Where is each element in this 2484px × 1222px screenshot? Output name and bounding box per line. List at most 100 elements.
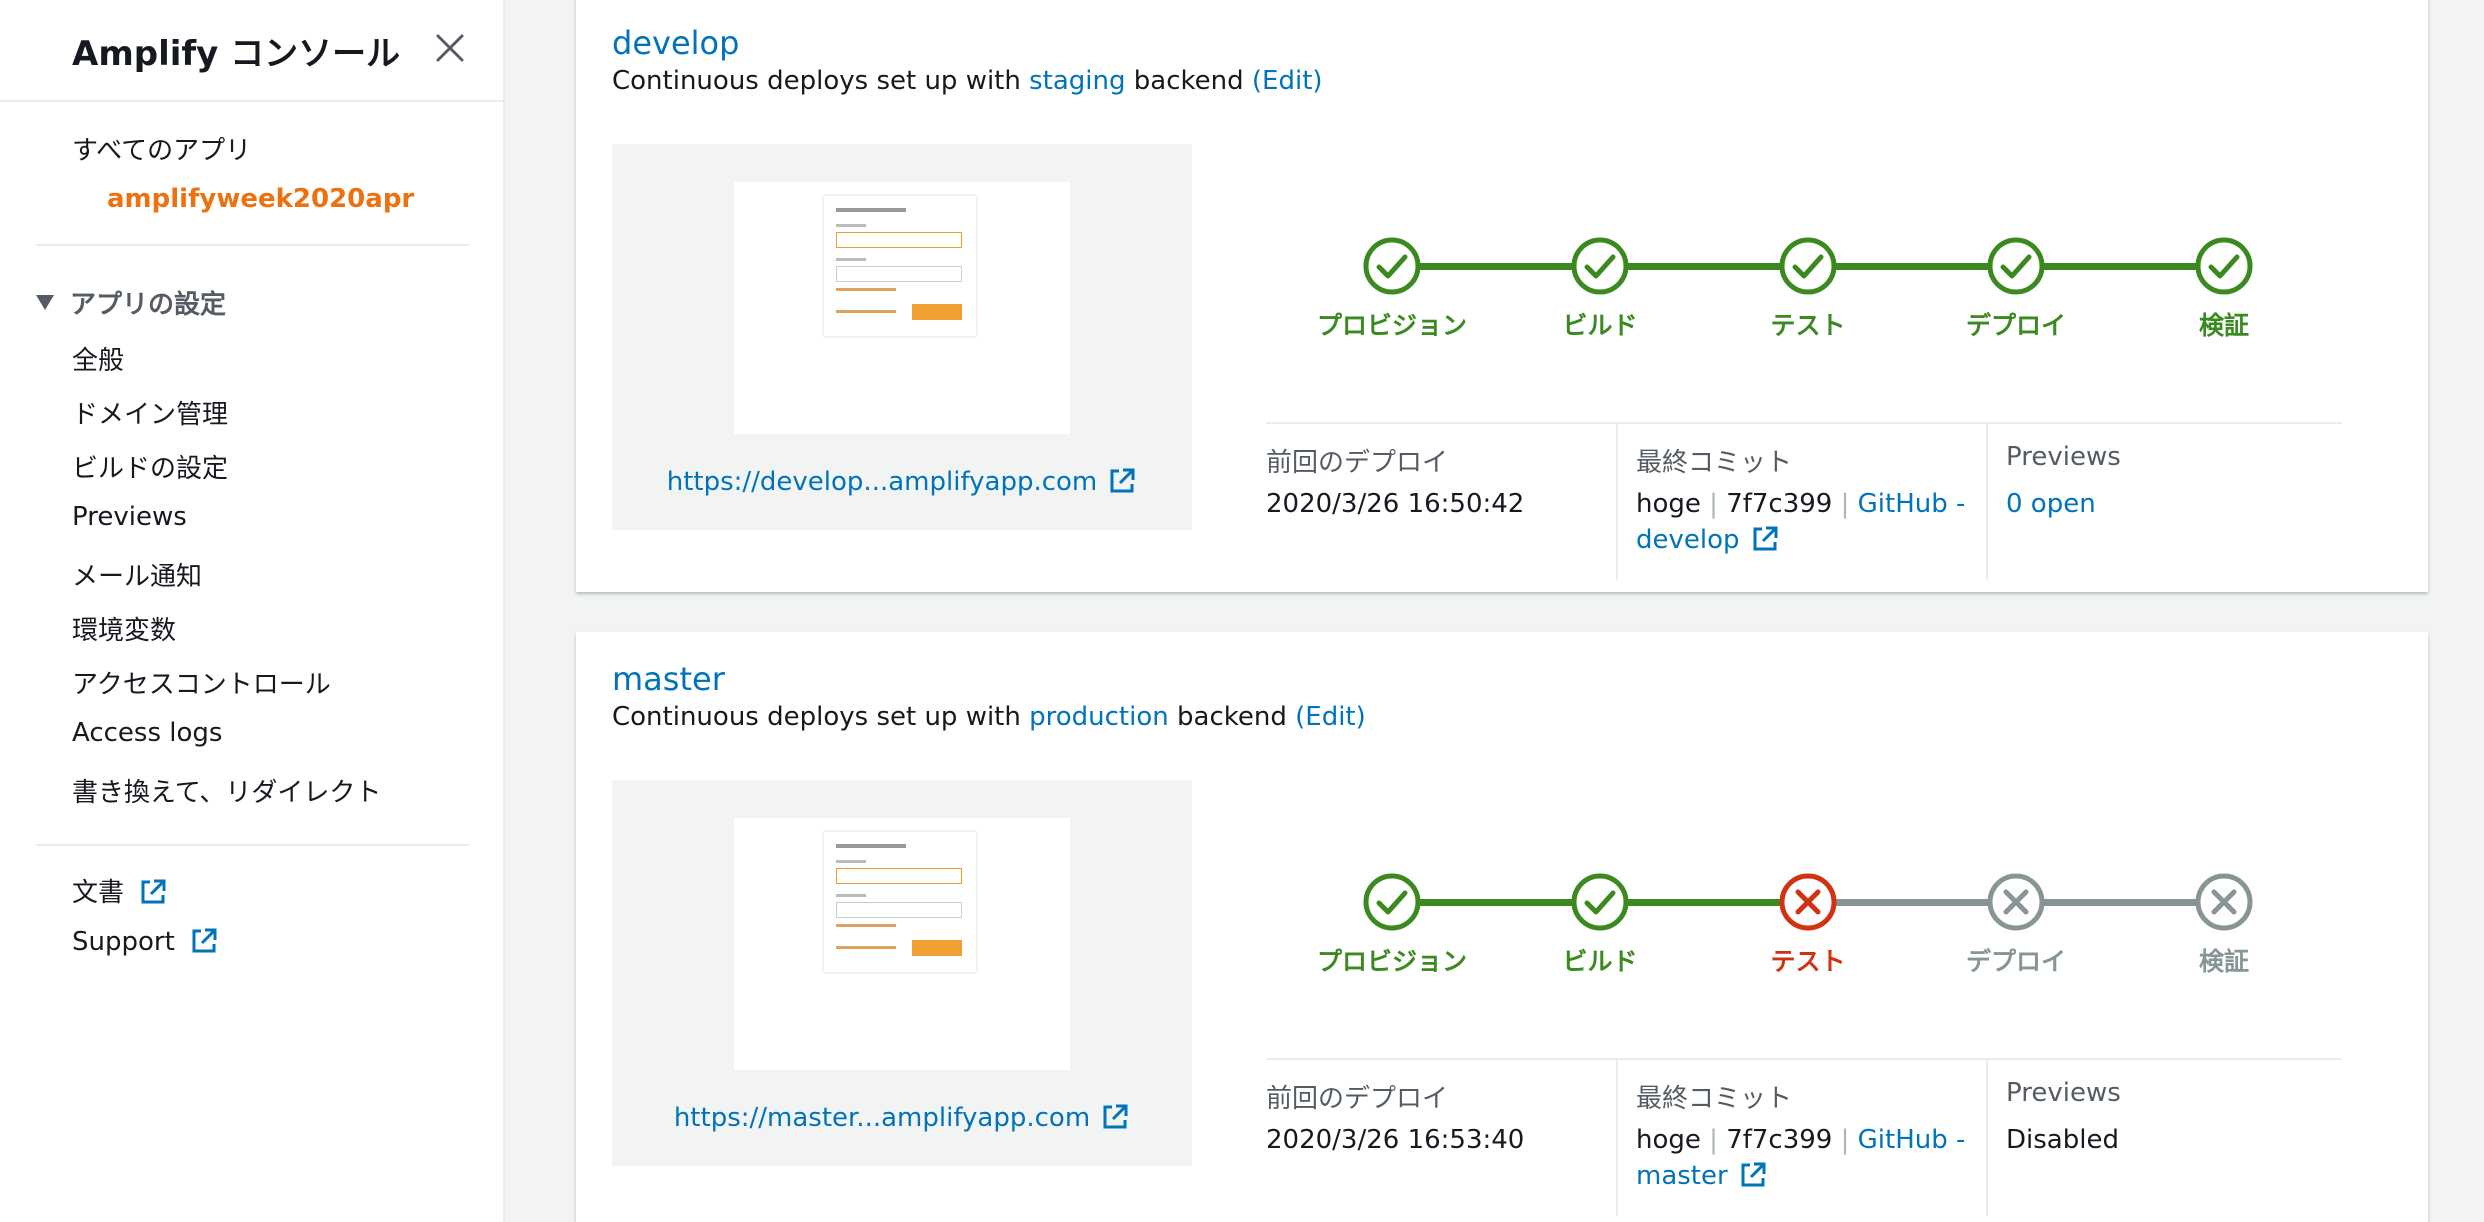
branch-card-master: master Continuous deploys set up with pr…: [576, 632, 2428, 1222]
deploy-info-grid: 前回のデプロイ 2020/3/26 16:53:40 最終コミット hoge |…: [1266, 1058, 2342, 1216]
last-commit-label: 最終コミット: [1636, 1084, 1793, 1114]
last-deploy-label: 前回のデプロイ: [1266, 1084, 1449, 1114]
nav-item-domain-management[interactable]: ドメイン管理: [72, 394, 228, 431]
repo-branch-text: develop: [1636, 525, 1740, 555]
repo-link[interactable]: GitHub -: [1858, 489, 1966, 519]
app-screenshot-thumbnail[interactable]: [734, 818, 1070, 1070]
app-settings-label: アプリの設定: [70, 290, 227, 320]
previews-open-link[interactable]: 0 open: [2006, 486, 2096, 522]
stage-label[interactable]: プロビジョン: [1292, 942, 1492, 978]
repo-branch-link[interactable]: develop: [1636, 525, 1780, 555]
nav-docs-label: 文書: [72, 878, 125, 908]
pipeline-connector: [1418, 263, 1574, 270]
last-commit-column: 最終コミット hoge | 7f7c399 | GitHub - master: [1636, 1060, 1986, 1216]
separator: |: [1840, 1125, 1850, 1155]
backend-env-link[interactable]: production: [1029, 702, 1169, 732]
separator: |: [1840, 489, 1850, 519]
stage-label[interactable]: テスト: [1708, 306, 1908, 342]
last-deploy-column: 前回のデプロイ 2020/3/26 16:53:40: [1266, 1060, 1616, 1216]
commit-author: hoge: [1636, 489, 1701, 519]
column-divider: [1986, 424, 1988, 580]
last-commit-column: 最終コミット hoge | 7f7c399 | GitHub - develop: [1636, 424, 1986, 580]
app-settings-header[interactable]: アプリの設定: [36, 284, 226, 321]
description-text: backend: [1177, 702, 1287, 732]
last-commit-label: 最終コミット: [1636, 448, 1793, 478]
x-circle-icon[interactable]: [1778, 872, 1838, 932]
divider: [36, 244, 469, 246]
nav-support-label: Support: [72, 927, 175, 957]
x-circle-icon[interactable]: [1986, 872, 2046, 932]
backend-env-link[interactable]: staging: [1029, 66, 1125, 96]
nav-item-access-control[interactable]: アクセスコントロール: [72, 664, 331, 701]
nav-item-environment-variables[interactable]: 環境変数: [72, 610, 176, 647]
app-url-text: https://develop...amplifyapp.com: [666, 467, 1098, 497]
app-url-link[interactable]: https://master...amplifyapp.com: [612, 1102, 1192, 1133]
stage-label[interactable]: 検証: [2124, 306, 2324, 342]
column-divider: [1986, 1060, 1988, 1216]
pipeline-connector: [2042, 899, 2198, 906]
stage-label[interactable]: ビルド: [1500, 306, 1700, 342]
check-circle-icon[interactable]: [2194, 236, 2254, 296]
nav-item-rewrites-redirects[interactable]: 書き換えて、リダイレクト: [72, 772, 381, 809]
check-circle-icon[interactable]: [1570, 872, 1630, 932]
sign-in-preview-image: [824, 832, 976, 972]
check-circle-icon[interactable]: [1778, 236, 1838, 296]
pipeline-connector: [1834, 899, 1990, 906]
caret-down-icon: [36, 295, 54, 310]
edit-backend-link[interactable]: (Edit): [1252, 66, 1323, 96]
last-deploy-value: 2020/3/26 16:53:40: [1266, 1125, 1525, 1155]
repo-link[interactable]: GitHub -: [1858, 1125, 1966, 1155]
branch-name-link[interactable]: develop: [612, 24, 739, 62]
last-commit-value: hoge | 7f7c399 | GitHub - develop: [1636, 486, 1965, 558]
x-circle-icon[interactable]: [2194, 872, 2254, 932]
build-pipeline: プロビジョン ビルド テスト デプロイ 検証: [1252, 222, 2352, 342]
external-link-icon: [1100, 1102, 1130, 1132]
stage-label[interactable]: デプロイ: [1916, 942, 2116, 978]
commit-author: hoge: [1636, 1125, 1701, 1155]
previews-column: Previews 0 open: [2006, 424, 2342, 580]
check-circle-icon[interactable]: [1570, 236, 1630, 296]
previews-label: Previews: [2006, 442, 2121, 472]
repo-branch-link[interactable]: master: [1636, 1161, 1768, 1191]
pipeline-connector: [1418, 899, 1574, 906]
deploy-info-grid: 前回のデプロイ 2020/3/26 16:50:42 最終コミット hoge |…: [1266, 422, 2342, 580]
sign-in-preview-image: [824, 196, 976, 336]
app-screenshot-panel: https://develop...amplifyapp.com: [612, 144, 1192, 530]
stage-label[interactable]: デプロイ: [1916, 306, 2116, 342]
nav-item-previews[interactable]: Previews: [72, 502, 187, 532]
nav-item-general[interactable]: 全般: [72, 340, 124, 377]
stage-label[interactable]: テスト: [1708, 942, 1908, 978]
branch-name-link[interactable]: master: [612, 660, 725, 698]
nav-item-access-logs[interactable]: Access logs: [72, 718, 222, 748]
separator: |: [1709, 1125, 1718, 1155]
description-text: backend: [1133, 66, 1244, 96]
side-navigation: Amplify コンソール すべてのアプリ amplifyweek2020apr…: [0, 0, 505, 1222]
app-screenshot-thumbnail[interactable]: [734, 182, 1070, 434]
repo-branch-text: master: [1636, 1161, 1728, 1191]
external-link-icon: [1750, 524, 1780, 554]
check-circle-icon[interactable]: [1362, 236, 1422, 296]
edit-backend-link[interactable]: (Edit): [1295, 702, 1366, 732]
check-circle-icon[interactable]: [1986, 236, 2046, 296]
description-text: Continuous deploys set up with: [612, 66, 1021, 96]
pipeline-connector: [1626, 263, 1782, 270]
stage-label[interactable]: プロビジョン: [1292, 306, 1492, 342]
divider: [36, 844, 469, 846]
nav-all-apps[interactable]: すべてのアプリ: [72, 130, 251, 167]
nav-docs-link[interactable]: 文書: [72, 872, 168, 909]
nav-support-link[interactable]: Support: [72, 926, 219, 957]
check-circle-icon[interactable]: [1362, 872, 1422, 932]
external-link-icon: [1738, 1160, 1768, 1190]
column-divider: [1616, 424, 1618, 580]
app-screenshot-panel: https://master...amplifyapp.com: [612, 780, 1192, 1166]
stage-label[interactable]: 検証: [2124, 942, 2324, 978]
stage-label[interactable]: ビルド: [1500, 942, 1700, 978]
app-url-link[interactable]: https://develop...amplifyapp.com: [612, 466, 1192, 497]
last-deploy-column: 前回のデプロイ 2020/3/26 16:50:42: [1266, 424, 1616, 580]
nav-app-name[interactable]: amplifyweek2020apr: [107, 184, 414, 214]
last-deploy-label: 前回のデプロイ: [1266, 448, 1449, 478]
close-icon[interactable]: [432, 30, 468, 66]
previews-label: Previews: [2006, 1078, 2121, 1108]
nav-item-email-notifications[interactable]: メール通知: [72, 556, 202, 593]
nav-item-build-settings[interactable]: ビルドの設定: [72, 448, 228, 485]
